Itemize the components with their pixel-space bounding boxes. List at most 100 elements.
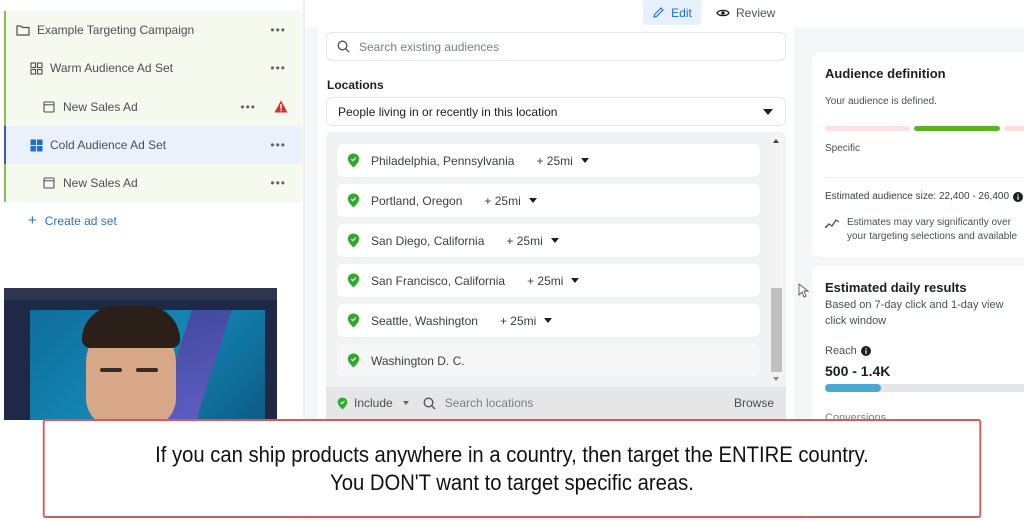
ad-icon xyxy=(42,100,56,114)
tab-edit[interactable]: Edit xyxy=(643,0,701,25)
tree-ad-cold[interactable]: New Sales Ad ••• xyxy=(4,164,302,202)
divider xyxy=(825,177,1024,178)
webcam-frame xyxy=(4,288,277,300)
tree-campaign[interactable]: Example Targeting Campaign ••• xyxy=(4,11,302,49)
location-search-bar: Include Search locations Browse xyxy=(326,387,786,419)
radius-dropdown-icon[interactable] xyxy=(528,198,537,203)
audience-meter-narrow xyxy=(825,126,910,131)
location-name: San Francisco, California xyxy=(371,273,506,288)
ad-name: New Sales Ad xyxy=(63,176,138,190)
locations-heading: Locations xyxy=(327,78,384,92)
video-caption: If you can ship products anywhere in a c… xyxy=(42,419,982,518)
include-dropdown[interactable]: Include xyxy=(354,396,393,410)
ad-set-outline-icon xyxy=(29,61,43,75)
location-pin-icon xyxy=(337,397,348,410)
audience-definition-title: Audience definition xyxy=(825,66,946,81)
create-ad-set-button[interactable]: + Create ad set xyxy=(28,213,117,228)
audience-meter-specific xyxy=(914,126,1000,131)
warning-icon[interactable] xyxy=(274,100,288,116)
location-type-dropdown[interactable]: People living in or recently in this loc… xyxy=(326,97,786,126)
search-icon xyxy=(423,397,436,410)
ad-set-more-button[interactable]: ••• xyxy=(270,138,286,152)
location-pin-icon xyxy=(347,353,360,368)
tree-ad-set-cold[interactable]: Cold Audience Ad Set ••• xyxy=(4,126,302,164)
audience-breadth-label: Specific xyxy=(825,143,861,154)
search-icon xyxy=(337,40,350,53)
location-radius[interactable]: + 25mi xyxy=(527,274,563,288)
audience-size-text: Estimated audience size: 22,400 - 26,400 xyxy=(825,191,1010,202)
audience-size: Estimated audience size: 22,400 - 26,400 xyxy=(825,191,1024,202)
reach-label-text: Reach xyxy=(825,345,857,357)
location-name: Washington D. C. xyxy=(371,353,465,368)
search-locations-input[interactable]: Search locations xyxy=(445,396,534,410)
location-item[interactable]: Philadelphia, Pennsylvania + 25mi xyxy=(337,144,760,177)
eye-icon xyxy=(716,8,730,18)
tree-ad-warm[interactable]: New Sales Ad ••• xyxy=(4,88,302,126)
location-pin-icon xyxy=(347,273,360,288)
estimate-note: Estimates may vary significantly over yo… xyxy=(825,216,1024,244)
scrollbar-thumb[interactable] xyxy=(771,288,782,372)
location-item[interactable]: Portland, Oregon + 25mi xyxy=(337,184,760,217)
ad-set-name: Warm Audience Ad Set xyxy=(50,61,173,75)
location-name: Portland, Oregon xyxy=(371,193,463,208)
location-pin-icon xyxy=(347,233,360,248)
ad-set-more-button[interactable]: ••• xyxy=(270,61,286,75)
chevron-down-icon xyxy=(763,109,773,115)
location-item[interactable]: San Diego, California + 25mi xyxy=(337,224,760,257)
ad-more-button[interactable]: ••• xyxy=(240,100,256,114)
location-pin-icon xyxy=(347,153,360,168)
location-radius[interactable]: + 25mi xyxy=(536,154,572,168)
location-pin-icon xyxy=(347,313,360,328)
location-radius[interactable]: + 25mi xyxy=(506,234,542,248)
search-audiences-input[interactable]: Search existing audiences xyxy=(326,32,786,61)
trend-icon xyxy=(825,217,841,244)
radius-dropdown-icon[interactable] xyxy=(550,238,559,243)
location-pin-icon xyxy=(347,193,360,208)
info-icon[interactable] xyxy=(1013,191,1024,202)
reach-bar-fill xyxy=(825,384,881,392)
reach-label: Reach xyxy=(825,345,871,357)
scroll-up-arrow-icon[interactable] xyxy=(773,139,779,143)
caption-line-1: If you can ship products anywhere in a c… xyxy=(155,441,869,467)
scroll-down-arrow-icon[interactable] xyxy=(773,377,779,381)
selected-locations-list: Philadelphia, Pennsylvania + 25mi Portla… xyxy=(326,132,786,387)
presenter-brow xyxy=(100,368,122,372)
reach-value: 500 - 1.4K xyxy=(825,363,891,379)
location-item[interactable]: San Francisco, California + 25mi xyxy=(337,264,760,297)
tab-review-label: Review xyxy=(736,5,776,20)
browse-button[interactable]: Browse xyxy=(734,396,774,410)
campaign-name: Example Targeting Campaign xyxy=(37,23,195,37)
presenter-brow xyxy=(136,368,158,372)
location-radius[interactable]: + 25mi xyxy=(484,194,520,208)
tree-ad-set-warm[interactable]: Warm Audience Ad Set ••• xyxy=(4,49,302,87)
screen: Example Targeting Campaign ••• Warm Audi… xyxy=(0,0,1024,520)
location-item[interactable]: Washington D. C. xyxy=(337,344,760,377)
info-icon[interactable] xyxy=(860,346,871,356)
ad-set-filled-icon xyxy=(29,138,43,152)
ad-icon xyxy=(42,176,56,190)
radius-dropdown-icon[interactable] xyxy=(571,278,580,283)
folder-icon xyxy=(16,23,30,37)
plus-icon: + xyxy=(28,212,37,229)
audience-status: Your audience is defined. xyxy=(825,96,937,107)
location-radius[interactable]: + 25mi xyxy=(500,314,536,328)
campaign-more-button[interactable]: ••• xyxy=(270,23,286,37)
chevron-down-icon[interactable] xyxy=(402,401,409,405)
tab-review[interactable]: Review xyxy=(716,0,775,25)
create-ad-set-label: Create ad set xyxy=(44,213,117,228)
ad-name: New Sales Ad xyxy=(63,100,138,114)
location-item[interactable]: Seattle, Washington + 25mi xyxy=(337,304,760,337)
location-name: San Diego, California xyxy=(371,233,485,248)
ad-more-button[interactable]: ••• xyxy=(270,176,286,190)
next-metric-label: Conversions xyxy=(825,412,887,419)
audience-meter-broad xyxy=(1004,126,1024,131)
estimate-note-line2: your targeting selections and available xyxy=(847,231,1018,242)
caption-line-2: You DON'T want to target specific areas. xyxy=(330,469,694,495)
radius-dropdown-icon[interactable] xyxy=(544,318,553,323)
estimate-note-line1: Estimates may vary significantly over xyxy=(847,217,1011,228)
presenter-webcam xyxy=(4,288,277,420)
radius-dropdown-icon[interactable] xyxy=(580,158,589,163)
presenter-hair xyxy=(82,306,180,348)
mouse-cursor-icon xyxy=(798,283,810,303)
location-name: Seattle, Washington xyxy=(371,313,478,328)
